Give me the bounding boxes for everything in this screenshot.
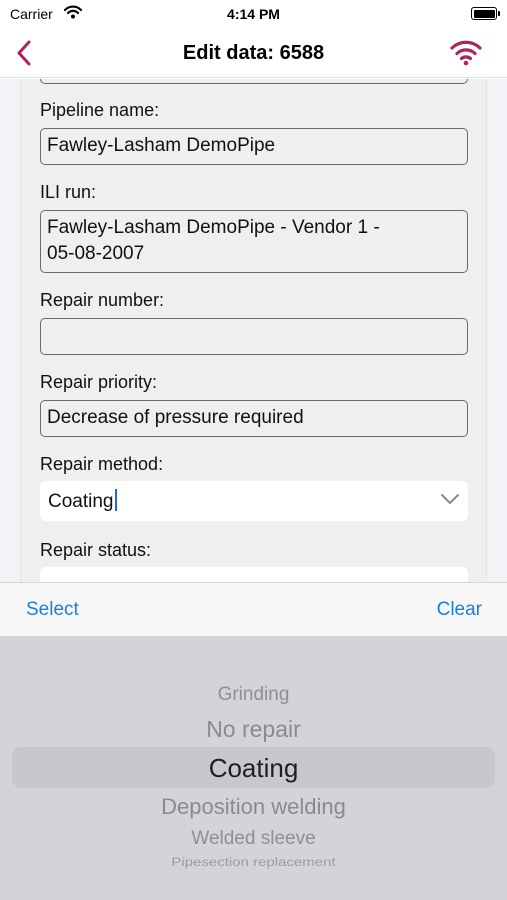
picker-option[interactable]: Deposition welding: [0, 794, 507, 820]
repair-method-value: Coating: [48, 491, 114, 512]
repair-priority-field[interactable]: Decrease of pressure required: [40, 400, 468, 437]
repair-method-select[interactable]: Coating: [40, 481, 468, 521]
repair-priority-label: Repair priority:: [40, 372, 158, 392]
chevron-down-icon: [441, 494, 459, 504]
pipeline-name-label: Pipeline name:: [40, 100, 160, 120]
pipeline-name-value: Fawley-Lasham DemoPipe: [47, 135, 276, 156]
clock: 4:14 PM: [227, 6, 280, 22]
text-cursor: [114, 489, 117, 511]
previous-field-input[interactable]: [40, 79, 468, 84]
wifi-icon[interactable]: [449, 38, 483, 66]
picker-option-selected[interactable]: Coating: [0, 753, 507, 784]
repair-number-label: Repair number:: [40, 290, 165, 310]
repair-status-label: Repair status:: [40, 540, 152, 560]
repair-status-select[interactable]: [40, 567, 468, 582]
ili-run-value-line1: Fawley-Lasham DemoPipe - Vendor 1 -: [47, 217, 380, 238]
page-title: Edit data: 6588: [182, 42, 325, 64]
picker-option[interactable]: Grinding: [0, 684, 507, 706]
repair-method-picker[interactable]: Grinding No repair Coating Deposition we…: [0, 637, 507, 900]
form-scroll-area[interactable]: Pipeline name: Fawley-Lasham DemoPipe IL…: [0, 79, 507, 582]
picker-option[interactable]: Welded sleeve: [0, 828, 507, 850]
ili-run-field[interactable]: Fawley-Lasham DemoPipe - Vendor 1 - 05-0…: [40, 210, 468, 273]
repair-method-label: Repair method:: [40, 454, 164, 474]
repair-priority-value: Decrease of pressure required: [47, 407, 304, 428]
picker-option[interactable]: No repair: [0, 716, 507, 743]
picker-toolbar: Select Clear: [0, 582, 507, 637]
clear-button[interactable]: Clear: [437, 599, 482, 621]
ili-run-label: ILI run:: [40, 182, 97, 202]
ili-run-value-line2: 05-08-2007: [47, 243, 145, 264]
repair-number-field[interactable]: [40, 318, 468, 355]
status-bar: Carrier 4:14 PM: [0, 0, 507, 28]
pipeline-name-field[interactable]: Fawley-Lasham DemoPipe: [40, 128, 468, 165]
picker-option[interactable]: Pipesection replacement: [0, 856, 507, 870]
navigation-bar: Edit data: 6588: [0, 28, 507, 78]
select-button[interactable]: Select: [26, 599, 79, 621]
battery-icon: [471, 7, 500, 20]
